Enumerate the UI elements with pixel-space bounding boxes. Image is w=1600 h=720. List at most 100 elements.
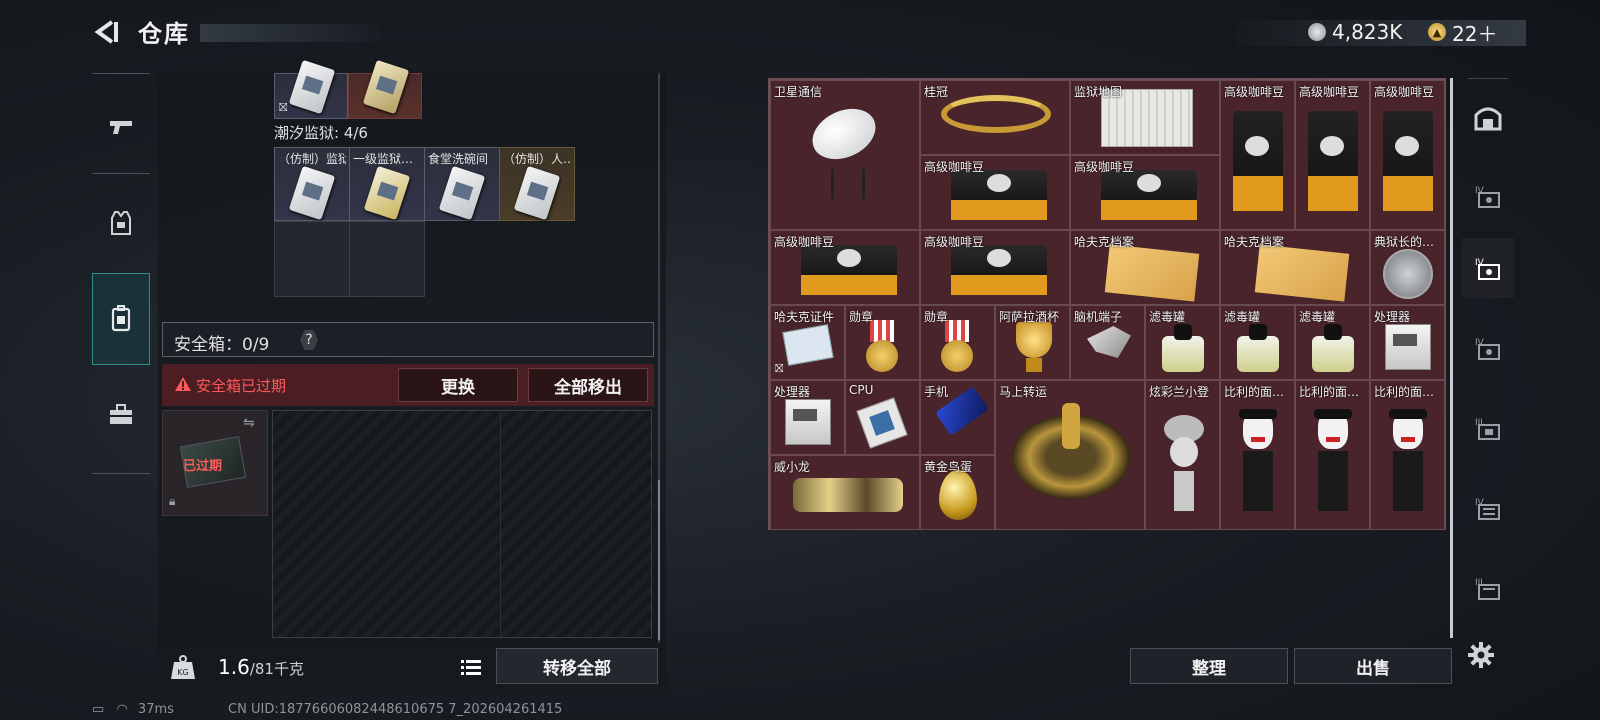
- empty-slot[interactable]: [349, 221, 425, 297]
- tab-shelf-5[interactable]: IV: [1462, 478, 1514, 538]
- tab-shelf-6[interactable]: III: [1462, 558, 1514, 618]
- slot-label: 食堂洗碗间: [428, 152, 489, 166]
- safebox-thumbnail[interactable]: ⇋ 已过期 🔒︎: [162, 410, 268, 516]
- silver-coin-icon: [1308, 23, 1326, 41]
- stash-item-label: 哈夫克证件: [774, 310, 835, 324]
- stash-item[interactable]: 滤毒罐: [1220, 305, 1295, 380]
- stash-item[interactable]: 高级咖啡豆: [1070, 155, 1220, 230]
- transfer-all-button[interactable]: 转移全部: [496, 648, 658, 684]
- stash-item[interactable]: 高级咖啡豆: [920, 230, 1070, 305]
- stash-item[interactable]: 威小龙: [770, 455, 920, 530]
- stash-item-label: 高级咖啡豆: [1224, 85, 1285, 99]
- stash-item[interactable]: 监狱地图: [1070, 80, 1220, 155]
- safebox-grid-divider: [273, 411, 501, 639]
- slot-label: （仿制）人…: [503, 152, 571, 166]
- stash-item[interactable]: 高级咖啡豆: [770, 230, 920, 305]
- stash-item-label: 桂冠: [924, 85, 949, 99]
- stash-item[interactable]: 勋章: [845, 305, 920, 380]
- scrollbar-thumb[interactable]: [658, 480, 660, 640]
- safebox-grid[interactable]: [272, 410, 652, 639]
- stash-item[interactable]: 哈夫克证件 ⛝: [770, 305, 845, 380]
- list-view-icon[interactable]: [456, 652, 486, 682]
- empty-slot[interactable]: [274, 221, 350, 297]
- replace-button[interactable]: 更换: [398, 368, 518, 402]
- stash-item[interactable]: 手机: [920, 380, 995, 455]
- stash-item-label: 手机: [924, 385, 949, 399]
- stash-item[interactable]: CPU: [845, 380, 920, 455]
- left-nav: [92, 73, 150, 475]
- stash-item[interactable]: 高级咖啡豆: [920, 155, 1070, 230]
- vault-icon: [1474, 107, 1502, 131]
- currency-silver[interactable]: 4,823K: [1308, 20, 1402, 44]
- nav-weapon[interactable]: [92, 81, 150, 173]
- back-button[interactable]: [88, 14, 124, 50]
- container-slot[interactable]: [348, 59, 422, 119]
- stash-item-label: CPU: [849, 383, 874, 397]
- toolbox-icon: [110, 404, 132, 424]
- currency-silver-value: 4,823K: [1332, 20, 1403, 44]
- stash-item-label: 脑机端子: [1074, 310, 1123, 324]
- stash-item[interactable]: 黄金鸟蛋: [920, 455, 995, 530]
- tab-shelf-4[interactable]: III: [1462, 398, 1514, 458]
- tab-shelf-3[interactable]: IV: [1462, 318, 1514, 378]
- gear-icon[interactable]: [1466, 640, 1496, 670]
- stash-item-label: 高级咖啡豆: [924, 160, 985, 174]
- stash-item[interactable]: 高级咖啡豆: [1370, 80, 1445, 230]
- item-image: [438, 165, 486, 221]
- sort-button[interactable]: 整理: [1130, 648, 1288, 684]
- stash-scrollbar-thumb[interactable]: [1450, 78, 1453, 638]
- shelf-3b-icon: III: [1475, 578, 1500, 600]
- stash-item-label: 勋章: [849, 310, 874, 324]
- container-slot[interactable]: （仿制）人…: [499, 147, 575, 221]
- stash-item[interactable]: 滤毒罐: [1295, 305, 1370, 380]
- container-slot[interactable]: ⛝: [274, 59, 348, 119]
- stash-item[interactable]: 高级咖啡豆: [1295, 80, 1370, 230]
- battery-icon: ▭: [92, 702, 105, 717]
- stash-item[interactable]: 哈夫克档案: [1070, 230, 1220, 305]
- stash-item[interactable]: 脑机端子: [1070, 305, 1145, 380]
- container-slot[interactable]: 食堂洗碗间: [424, 147, 500, 221]
- stash-item[interactable]: 马上转运: [995, 380, 1145, 530]
- remove-all-button[interactable]: 全部移出: [528, 368, 648, 402]
- stash-item-label: 比利的面…: [1224, 385, 1285, 399]
- tab-shelf-1[interactable]: IV: [1462, 166, 1514, 226]
- stash-item[interactable]: 处理器: [770, 380, 845, 455]
- stash-item[interactable]: 比利的面…: [1370, 380, 1445, 530]
- nav-backpack[interactable]: [92, 273, 150, 365]
- stash-item-label: 滤毒罐: [1149, 310, 1186, 324]
- back-arrow-icon: [94, 20, 118, 44]
- stash-item[interactable]: 哈夫克档案: [1220, 230, 1370, 305]
- nav-armor[interactable]: [92, 177, 150, 269]
- stash-item-label: 哈夫克档案: [1074, 235, 1135, 249]
- item-image: [288, 165, 336, 221]
- safebox-expired-label: 已过期: [183, 459, 223, 474]
- stash-item[interactable]: 阿萨拉酒杯: [995, 305, 1070, 380]
- stash-item[interactable]: 高级咖啡豆: [1220, 80, 1295, 230]
- stash-item[interactable]: 比利的面…: [1295, 380, 1370, 530]
- stash-item-label: 勋章: [924, 310, 949, 324]
- stash-item[interactable]: 处理器: [1370, 305, 1445, 380]
- uid-text: CN UID:18776606082448610675 7_2026042614…: [228, 702, 563, 717]
- stash-item-label: 炫彩兰小登: [1149, 385, 1210, 399]
- currency-gold[interactable]: ▲ 22＋: [1428, 20, 1498, 46]
- swap-icon[interactable]: ⇋: [243, 415, 255, 431]
- container-slot[interactable]: （仿制）监狱…: [274, 147, 350, 221]
- tab-shelf-active[interactable]: IV: [1462, 238, 1514, 298]
- stash-item[interactable]: 比利的面…: [1220, 380, 1295, 530]
- stash-item[interactable]: 典狱长的…: [1370, 230, 1445, 305]
- stash-item-label: 哈夫克档案: [1224, 235, 1285, 249]
- stash-item[interactable]: 桂冠: [920, 80, 1070, 155]
- sell-button[interactable]: 出售: [1294, 648, 1452, 684]
- container-slot[interactable]: 一级监狱…: [349, 147, 425, 221]
- stash-item-label: 黄金鸟蛋: [924, 460, 973, 474]
- currency-gold-value: 22＋: [1452, 21, 1498, 46]
- stash-item[interactable]: 勋章: [920, 305, 995, 380]
- shelf-3-icon: III: [1475, 418, 1500, 440]
- status-bar: ▭ ◠ 37ms CN UID:18776606082448610675 7_2…: [92, 702, 562, 717]
- stash-item-label: 典狱长的…: [1374, 235, 1435, 249]
- stash-item[interactable]: 滤毒罐: [1145, 305, 1220, 380]
- stash-item[interactable]: 卫星通信: [770, 80, 920, 230]
- nav-kit[interactable]: [92, 369, 150, 461]
- tab-vault[interactable]: [1462, 88, 1514, 148]
- stash-item[interactable]: 炫彩兰小登: [1145, 380, 1220, 530]
